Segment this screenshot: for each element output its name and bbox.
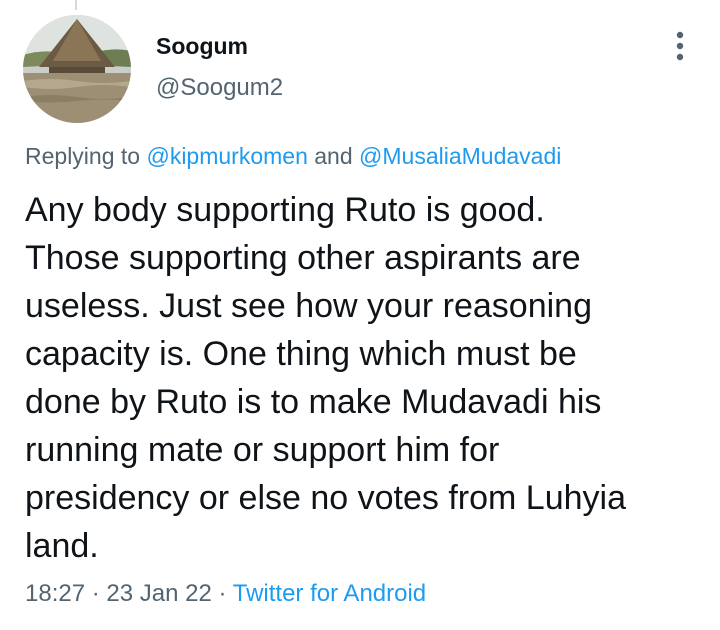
tweet-text-line: Any body supporting Ruto is good.	[25, 191, 545, 229]
tweet-text-line: land.	[25, 527, 99, 565]
tweet-text-line: done by Ruto is to make Mudavadi his	[25, 383, 602, 421]
avatar[interactable]	[23, 15, 131, 123]
replying-to-joiner: and	[314, 143, 353, 169]
tweet-meta: 18:27 · 23 Jan 22 · Twitter for Android	[25, 580, 426, 608]
thread-connector-line	[75, 0, 77, 10]
replying-to-prefix: Replying to	[25, 143, 141, 169]
more-options-button[interactable]	[666, 28, 694, 64]
avatar-photo	[23, 15, 131, 123]
tweet-text: Any body supporting Ruto is good. Those …	[25, 186, 700, 570]
mention-link-musaliamudavadi[interactable]: @MusaliaMudavadi	[359, 143, 561, 169]
more-vertical-icon	[676, 31, 684, 61]
user-handle[interactable]: @Soogum2	[156, 74, 283, 102]
tweet-text-line: capacity is. One thing which must be	[25, 335, 577, 373]
replying-to: Replying to @kipmurkomen and @MusaliaMud…	[25, 143, 561, 170]
meta-separator: ·	[218, 580, 227, 607]
display-name[interactable]: Soogum	[156, 33, 248, 60]
tweet-source-link[interactable]: Twitter for Android	[233, 580, 426, 607]
tweet-time[interactable]: 18:27	[25, 580, 85, 607]
tweet-text-line: Those supporting other aspirants are	[25, 239, 581, 277]
mention-link-kipmurkomen[interactable]: @kipmurkomen	[146, 143, 307, 169]
tweet-date[interactable]: 23 Jan 22	[106, 580, 211, 607]
tweet-text-line: running mate or support him for	[25, 431, 500, 469]
tweet-text-line: presidency or else no votes from Luhyia	[25, 479, 626, 517]
meta-separator: ·	[91, 580, 100, 607]
tweet-text-line: useless. Just see how your reasoning	[25, 287, 592, 325]
